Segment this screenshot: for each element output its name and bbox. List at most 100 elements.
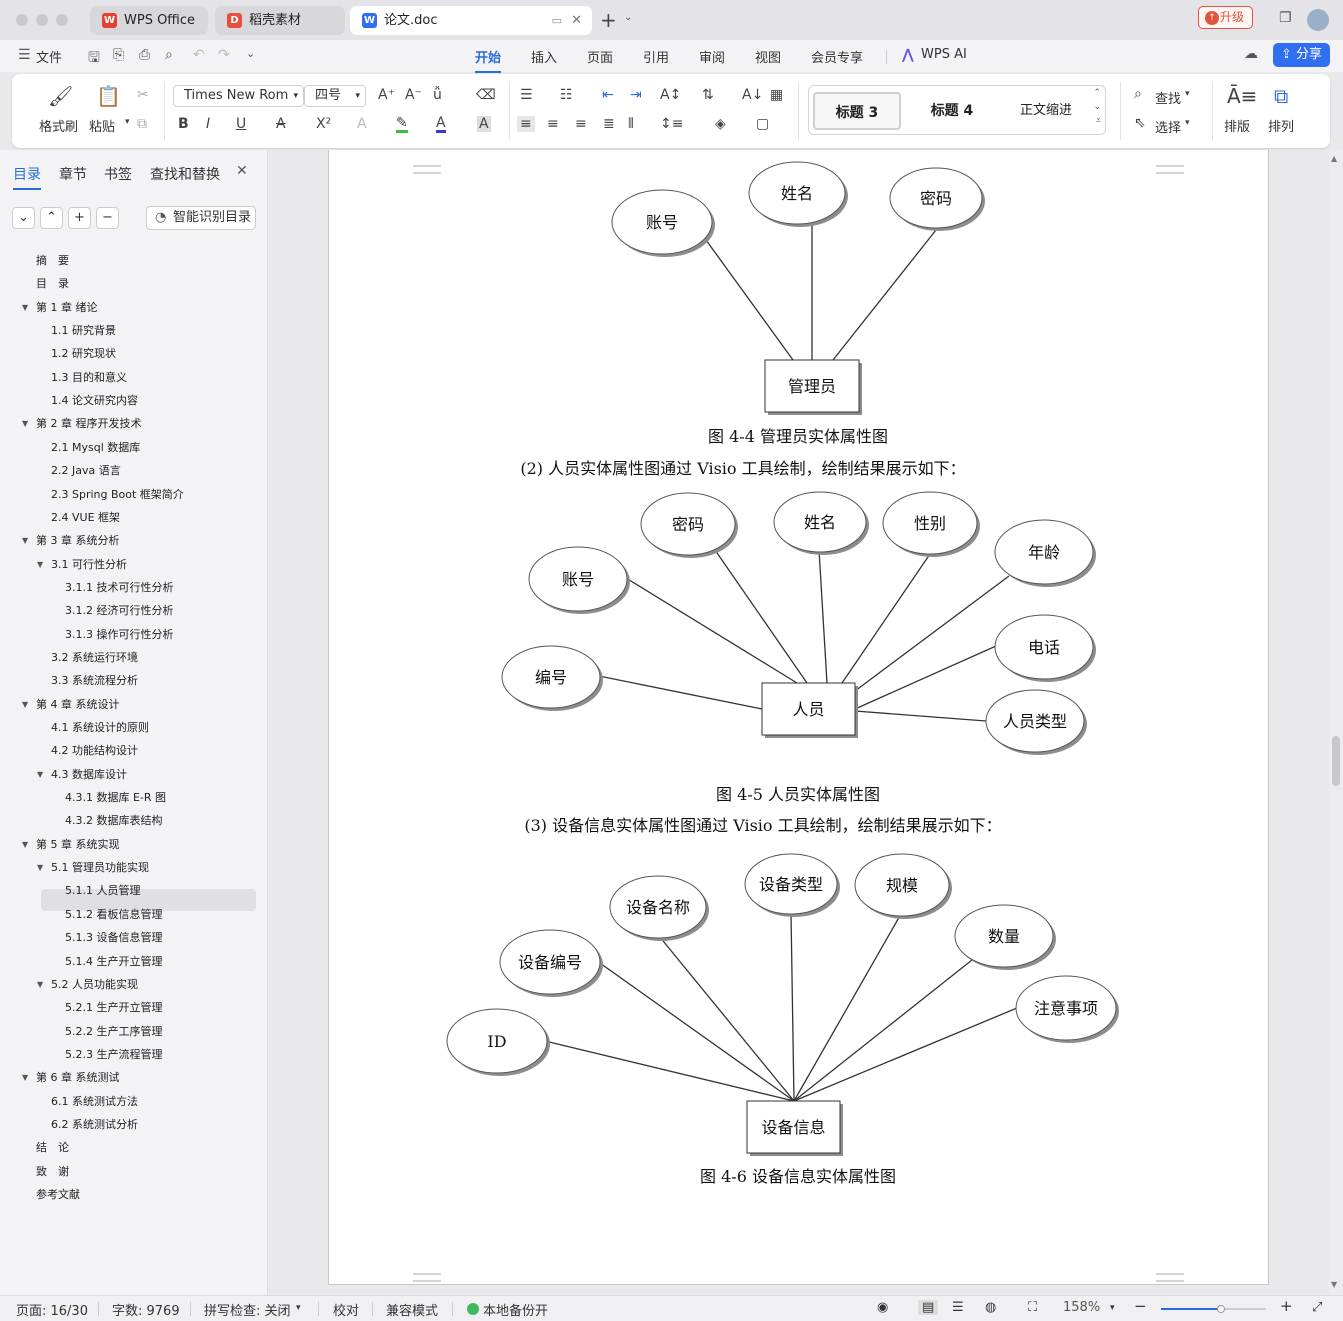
expand-triangle-icon[interactable]: ▼	[22, 297, 28, 319]
decrease-indent-icon[interactable]: ⇤	[602, 87, 614, 103]
expand-triangle-icon[interactable]: ▼	[22, 694, 28, 716]
tab-toc[interactable]: 目录	[13, 164, 41, 190]
bullet-list-icon[interactable]: ☰	[520, 87, 533, 103]
tab-view[interactable]: 视图	[755, 47, 781, 66]
paste-icon[interactable]: 📋	[96, 84, 121, 108]
export-icon[interactable]: ⎘	[113, 47, 124, 63]
hamburger-icon[interactable]: ☰	[18, 47, 31, 63]
window-zoom-button[interactable]	[56, 14, 68, 26]
italic-icon[interactable]: I	[206, 116, 210, 132]
tab-page[interactable]: 页面	[587, 47, 613, 66]
more-chevron-icon[interactable]: ⌄	[246, 47, 255, 60]
toc-item[interactable]: 5.1.4 生产开立管理	[65, 951, 163, 973]
window-layout-icon[interactable]: ❐	[1279, 10, 1292, 26]
style-heading-4[interactable]: 标题 4	[909, 92, 995, 130]
cut-icon[interactable]: ✂	[137, 87, 149, 103]
tab-document[interactable]: W 论文.doc ▭ ✕	[350, 6, 592, 35]
undo-icon[interactable]: ↶	[193, 47, 205, 63]
window-close-button[interactable]	[16, 14, 28, 26]
zoom-slider-handle[interactable]	[1217, 1305, 1225, 1313]
align-left-icon[interactable]: ≡	[517, 116, 535, 132]
focus-mode-icon[interactable]: ⛶	[1028, 1300, 1037, 1315]
zoom-in-icon[interactable]: +	[1280, 1297, 1293, 1315]
chevron-down-icon[interactable]: ▾	[1110, 1303, 1115, 1313]
toc-item[interactable]: ▼ 第 1 章 绪论	[22, 297, 98, 319]
close-pane-icon[interactable]: ✕	[236, 163, 248, 179]
tab-references[interactable]: 引用	[643, 47, 669, 66]
superscript-icon[interactable]: X²	[316, 116, 331, 132]
toc-item[interactable]: ▼ 第 3 章 系统分析	[22, 530, 120, 552]
zoom-level[interactable]: 158%	[1063, 1300, 1100, 1315]
az-sort-icon[interactable]: A↓	[742, 87, 763, 103]
bold-icon[interactable]: B	[178, 116, 189, 132]
toc-item[interactable]: 3.3 系统流程分析	[51, 670, 138, 692]
upgrade-button[interactable]: ↑ 升级	[1198, 6, 1253, 29]
shading-icon[interactable]: ◈	[715, 116, 726, 132]
font-size-select[interactable]: 四号 ▾	[304, 85, 366, 107]
scroll-down-icon[interactable]: ▼	[1331, 1280, 1337, 1289]
table-icon[interactable]: ▦	[770, 87, 783, 103]
expand-triangle-icon[interactable]: ▼	[22, 834, 28, 856]
toc-item[interactable]: 1.3 目的和意义	[51, 367, 127, 389]
scrollbar-thumb[interactable]	[1332, 736, 1340, 786]
toc-item[interactable]: 2.2 Java 语言	[51, 460, 121, 482]
toc-item[interactable]: 4.2 功能结构设计	[51, 740, 138, 762]
spellcheck-toggle[interactable]: 拼写检查: 关闭	[204, 1300, 291, 1319]
style-scroll-down-icon[interactable]: ⌄	[1093, 102, 1101, 112]
numbered-list-icon[interactable]: ☷	[560, 87, 573, 103]
toc-item[interactable]: 6.2 系统测试分析	[51, 1114, 138, 1136]
typesetting-button[interactable]: 排版	[1224, 116, 1250, 135]
toc-item[interactable]: 4.3.2 数据库表结构	[65, 810, 163, 832]
add-heading-button[interactable]: +	[68, 207, 91, 229]
font-color-icon[interactable]: A	[436, 116, 446, 133]
smart-toc-button[interactable]: ◔ 智能识别目录	[146, 206, 256, 230]
new-tab-icon[interactable]: +	[600, 8, 617, 32]
remove-heading-button[interactable]: −	[96, 207, 119, 229]
strikethrough-icon[interactable]: A	[276, 116, 286, 132]
vertical-scrollbar[interactable]: ▲ ▼	[1329, 150, 1343, 1295]
toc-item[interactable]: ▼ 第 5 章 系统实现	[22, 834, 120, 856]
word-count[interactable]: 字数: 9769	[112, 1300, 180, 1319]
typesetting-icon[interactable]: Ā≡	[1227, 84, 1257, 108]
share-button[interactable]: ⇪ 分享	[1273, 43, 1330, 67]
style-body-indent[interactable]: 正文缩进	[1003, 92, 1089, 130]
local-backup-toggle[interactable]: 本地备份开	[483, 1300, 548, 1319]
toc-item[interactable]: 目 录	[36, 273, 69, 295]
chevron-down-icon[interactable]: ▾	[296, 1303, 301, 1313]
select-button[interactable]: 选择	[1155, 117, 1181, 136]
tab-docer[interactable]: D 稻壳素材	[215, 6, 345, 35]
tab-member[interactable]: 会员专享	[811, 47, 863, 66]
collapse-up-button[interactable]: ⌃	[40, 207, 63, 229]
tab-home[interactable]: 开始	[475, 47, 502, 73]
border-icon[interactable]: ▢	[756, 116, 769, 132]
outline-view-icon[interactable]: ☰	[952, 1300, 964, 1315]
wps-ai-button[interactable]: WPS AI	[921, 47, 967, 62]
toc-item[interactable]: 2.1 Mysql 数据库	[51, 437, 140, 459]
toc-item[interactable]: 参考文献	[36, 1184, 80, 1206]
decrease-font-icon[interactable]: A⁻	[405, 87, 422, 103]
format-painter-icon[interactable]: 🖌	[48, 84, 73, 108]
toc-item[interactable]: 3.1.2 经济可行性分析	[65, 600, 174, 622]
toc-item[interactable]: 1.1 研究背景	[51, 320, 116, 342]
sort-icon[interactable]: ⇅	[702, 87, 714, 103]
toc-item[interactable]: 6.1 系统测试方法	[51, 1091, 138, 1113]
toc-item[interactable]: 5.2.2 生产工序管理	[65, 1021, 163, 1043]
toc-item[interactable]: 5.1.1 人员管理	[65, 880, 141, 902]
style-scroll-up-icon[interactable]: ⌃	[1093, 88, 1101, 98]
proofread-button[interactable]: 校对	[333, 1300, 359, 1319]
toc-item[interactable]: 5.1.3 设备信息管理	[65, 927, 163, 949]
expand-triangle-icon[interactable]: ▼	[37, 554, 43, 576]
toc-item[interactable]: ▼ 4.3 数据库设计	[37, 764, 127, 786]
document-page[interactable]: 账号 姓名 密码 管理员图 4-4 管理员实体属性图 (2) 人员实体属性图通过 Vis…	[328, 150, 1269, 1285]
toc-item[interactable]: 1.4 论文研究内容	[51, 390, 138, 412]
toc-item[interactable]: 致 谢	[36, 1161, 69, 1183]
format-painter-button[interactable]: 格式刷	[39, 116, 78, 135]
toc-item[interactable]: ▼ 3.1 可行性分析	[37, 554, 127, 576]
expand-triangle-icon[interactable]: ▼	[22, 413, 28, 435]
expand-triangle-icon[interactable]: ▼	[22, 530, 28, 552]
web-view-icon[interactable]: ◍	[985, 1300, 996, 1315]
print-preview-icon[interactable]: ⌕	[165, 47, 173, 63]
zoom-slider[interactable]	[1161, 1305, 1266, 1313]
text-direction-icon[interactable]: A↕	[660, 87, 681, 103]
toc-item[interactable]: 5.1.2 看板信息管理	[65, 904, 163, 926]
